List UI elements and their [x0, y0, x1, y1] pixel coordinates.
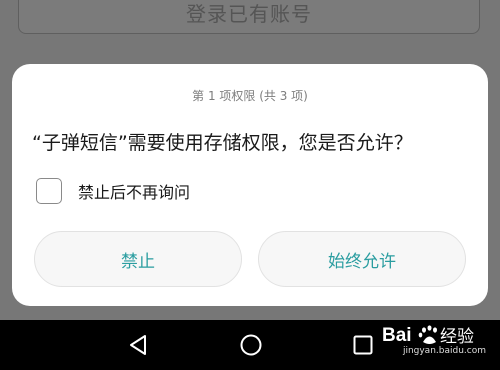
baidu-jingyan-watermark: Bai 经验 jingyan.baidu.com — [382, 322, 488, 356]
dont-ask-again-checkbox[interactable] — [36, 178, 62, 204]
login-existing-account-label: 登录已有账号 — [186, 1, 312, 26]
baidu-paw-logo-icon: Bai 经验 — [382, 325, 474, 346]
triangle-back-icon — [130, 335, 146, 355]
svg-text:Bai: Bai — [382, 325, 412, 346]
screen: 登录已有账号 第 1 项权限 (共 3 项) “子弹短信”需要使用存储权限，您是… — [0, 0, 500, 370]
dont-ask-again-option[interactable]: 禁止后不再询问 — [36, 178, 190, 204]
baidu-logo: Bai 经验 — [382, 322, 488, 348]
deny-button[interactable]: 禁止 — [34, 231, 242, 287]
square-recent-apps-icon — [353, 335, 373, 355]
always-allow-button[interactable]: 始终允许 — [258, 231, 466, 287]
permission-dialog: 第 1 项权限 (共 3 项) “子弹短信”需要使用存储权限，您是否允许？ 禁止… — [12, 64, 488, 306]
recent-apps-button[interactable] — [351, 333, 375, 357]
permission-counter: 第 1 项权限 (共 3 项) — [192, 89, 308, 103]
svg-text:经验: 经验 — [440, 327, 474, 346]
back-button[interactable] — [127, 333, 151, 357]
home-button[interactable] — [239, 333, 263, 357]
dont-ask-again-label: 禁止后不再询问 — [78, 183, 191, 202]
login-existing-account-button: 登录已有账号 — [18, 0, 480, 34]
permission-message: “子弹短信”需要使用存储权限，您是否允许？ — [32, 132, 413, 154]
circle-home-icon — [240, 334, 262, 356]
